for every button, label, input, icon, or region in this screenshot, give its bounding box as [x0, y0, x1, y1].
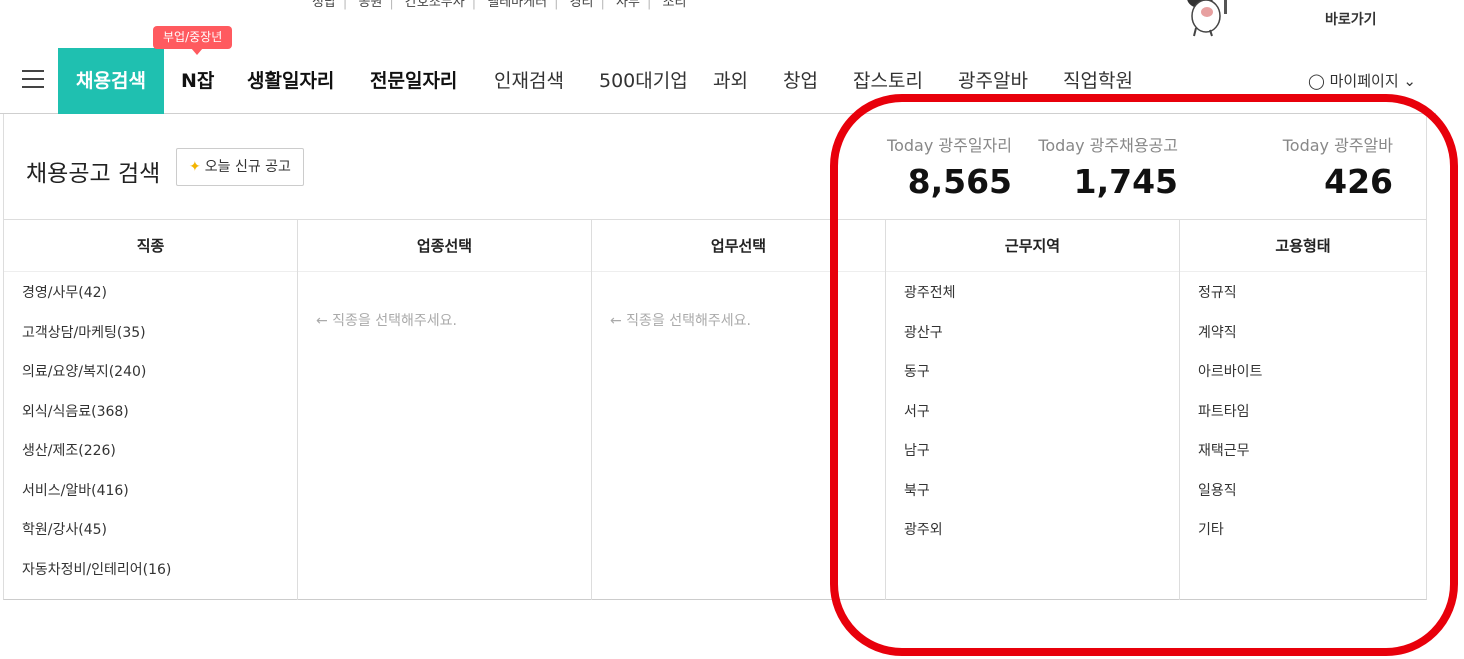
mypage-link[interactable]: ◯ 마이페이지 ⌄: [1308, 48, 1416, 114]
nav-item-job-story[interactable]: 잡스토리: [853, 48, 923, 114]
list-item[interactable]: 외식/식음료(368): [4, 400, 297, 440]
nav-item-living-jobs[interactable]: 생활일자리: [247, 48, 334, 114]
list-item[interactable]: 북구: [886, 479, 1179, 519]
nav-item-startup[interactable]: 창업: [783, 48, 818, 114]
task-column: 업무선택 ← 직종을 선택해주세요.: [592, 220, 886, 600]
list-item[interactable]: 재택근무: [1180, 439, 1426, 479]
job-search-panel: 채용공고 검색 ✦ 오늘 신규 공고 Today 광주일자리 8,565 Toda…: [3, 114, 1427, 600]
list-item[interactable]: 생산/제조(226): [4, 439, 297, 479]
list-item[interactable]: 서구: [886, 400, 1179, 440]
list-item[interactable]: 고객상담/마케팅(35): [4, 321, 297, 361]
placeholder-text: ← 직종을 선택해주세요.: [316, 313, 458, 329]
stat-gwangju-alba: Today 광주알바 426: [1283, 132, 1393, 201]
nav-item-job-search[interactable]: 채용검색: [58, 48, 164, 114]
shortcut-banner[interactable]: 바로가기: [1180, 0, 1410, 40]
popular-keywords: 정답 | 공원 | 간호조무사 | 텔레마케터 | 경리 | 사무 | 조리: [312, 0, 686, 10]
nav-item-tutoring[interactable]: 과외: [713, 48, 748, 114]
nav-item-talent-search[interactable]: 인재검색: [494, 48, 564, 114]
nav-item-gwangju-alba[interactable]: 광주알바: [958, 48, 1028, 114]
keyword-link[interactable]: 사무: [616, 0, 640, 10]
nav-item-top500[interactable]: 500대기업: [599, 48, 688, 114]
list-item[interactable]: 동구: [886, 360, 1179, 400]
user-icon: ◯: [1308, 72, 1325, 90]
panel-header: 채용공고 검색 ✦ 오늘 신규 공고 Today 광주일자리 8,565 Toda…: [4, 114, 1426, 220]
list-item[interactable]: 일용직: [1180, 479, 1426, 519]
list-item[interactable]: 광주전체: [886, 281, 1179, 321]
list-item[interactable]: 파트타임: [1180, 400, 1426, 440]
stat-value: 426: [1324, 162, 1393, 201]
mascot-icon: [1187, 0, 1227, 37]
column-header: 업종선택: [298, 220, 591, 272]
nav-item-professional-jobs[interactable]: 전문일자리: [370, 48, 457, 114]
column-header: 직종: [4, 220, 297, 272]
placeholder-text: ← 직종을 선택해주세요.: [610, 313, 752, 329]
list-item[interactable]: 자동차정비/인테리어(16): [4, 558, 297, 598]
list-item[interactable]: 계약직: [1180, 321, 1426, 361]
nav-badge: 부업/중장년: [153, 26, 233, 55]
stat-gwangju-jobs: Today 광주일자리 8,565: [887, 132, 1012, 201]
keyword-link[interactable]: 경리: [570, 0, 594, 10]
keyword-link[interactable]: 텔레마케터: [487, 0, 547, 10]
list-item[interactable]: 정규직: [1180, 281, 1426, 321]
keyword-link[interactable]: 공원: [358, 0, 382, 10]
list-item[interactable]: 의료/요양/복지(240): [4, 360, 297, 400]
nav-item-academy[interactable]: 직업학원: [1063, 48, 1133, 114]
list-item[interactable]: 아르바이트: [1180, 360, 1426, 400]
list-item[interactable]: 학원/강사(45): [4, 518, 297, 558]
badge-label: 부업/중장년: [153, 26, 233, 49]
today-new-jobs-label: 오늘 신규 공고: [204, 159, 291, 175]
main-nav: 채용검색 N잡 생활일자리 전문일자리 인재검색 500대기업 과외 창업 잡스…: [0, 48, 1436, 114]
stat-value: 1,745: [1073, 162, 1178, 201]
column-header: 업무선택: [592, 220, 885, 272]
keyword-link[interactable]: 조리: [663, 0, 687, 10]
column-header: 고용형태: [1180, 220, 1426, 272]
job-type-column: 직종 경영/사무(42) 고객상담/마케팅(35) 의료/요양/복지(240) …: [4, 220, 298, 600]
stat-label: Today 광주일자리: [887, 136, 1012, 155]
column-header: 근무지역: [886, 220, 1179, 272]
menu-icon[interactable]: [22, 70, 44, 88]
page-title: 채용공고 검색: [26, 161, 161, 187]
mypage-label: 마이페이지: [1329, 72, 1399, 90]
list-item[interactable]: 서비스/알바(416): [4, 479, 297, 519]
stat-label: Today 광주알바: [1282, 136, 1393, 155]
stat-label: Today 광주채용공고: [1038, 136, 1178, 155]
list-item[interactable]: 광주외: [886, 518, 1179, 558]
employment-type-column: 고용형태 정규직 계약직 아르바이트 파트타임 재택근무 일용직 기타: [1180, 220, 1426, 600]
chevron-down-icon: ⌄: [1403, 72, 1416, 90]
stat-gwangju-postings: Today 광주채용공고 1,745: [1038, 132, 1178, 201]
keyword-link[interactable]: 간호조무사: [405, 0, 465, 10]
filter-columns: 직종 경영/사무(42) 고객상담/마케팅(35) 의료/요양/복지(240) …: [4, 220, 1426, 600]
list-item[interactable]: 경영/사무(42): [4, 281, 297, 321]
shortcut-label[interactable]: 바로가기: [1325, 9, 1377, 29]
industry-column: 업종선택 ← 직종을 선택해주세요.: [298, 220, 592, 600]
sparkle-icon: ✦: [189, 159, 201, 175]
list-item[interactable]: 기타: [1180, 518, 1426, 558]
nav-item-njob[interactable]: N잡: [181, 48, 214, 114]
keyword-link[interactable]: 정답: [312, 0, 336, 10]
stat-value: 8,565: [907, 162, 1012, 201]
list-item[interactable]: 광산구: [886, 321, 1179, 361]
region-column: 근무지역 광주전체 광산구 동구 서구 남구 북구 광주외: [886, 220, 1180, 600]
today-new-jobs-button[interactable]: ✦ 오늘 신규 공고: [176, 148, 304, 186]
list-item[interactable]: 남구: [886, 439, 1179, 479]
